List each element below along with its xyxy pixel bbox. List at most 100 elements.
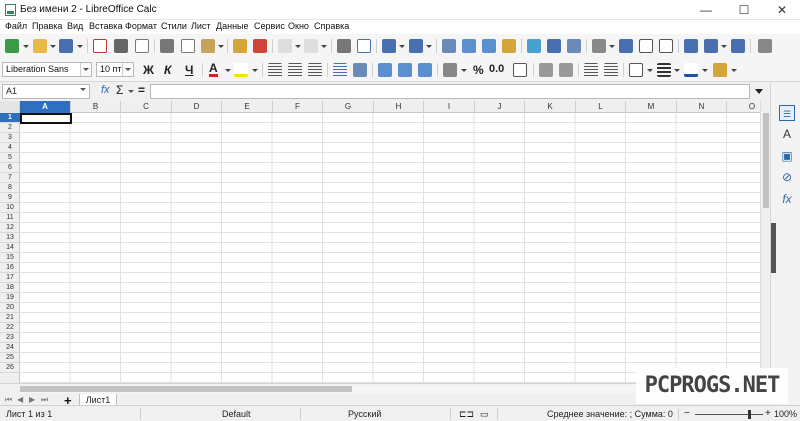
redo-dropdown-icon[interactable]: [321, 45, 327, 48]
name-box[interactable]: A1: [2, 84, 90, 99]
expand-formula-bar-icon[interactable]: [755, 89, 763, 94]
row-header[interactable]: 25: [0, 353, 20, 363]
borders-icon[interactable]: [629, 63, 643, 77]
row-header[interactable]: 8: [0, 183, 20, 193]
spreadsheet-grid[interactable]: A B C D E F G H I J K L M N O 1 2 3 4 5 …: [0, 101, 760, 383]
functions-icon[interactable]: fx: [779, 191, 795, 207]
page-style[interactable]: Default: [222, 409, 251, 419]
menu-tools[interactable]: Сервис: [254, 21, 285, 31]
define-print-area-icon[interactable]: [684, 39, 698, 53]
row-header[interactable]: 16: [0, 263, 20, 273]
border-color-icon[interactable]: [684, 63, 698, 77]
row-header[interactable]: 13: [0, 233, 20, 243]
spelling-icon[interactable]: [357, 39, 371, 53]
last-sheet-icon[interactable]: ⏭: [41, 395, 48, 405]
clone-formatting-icon[interactable]: [233, 39, 247, 53]
sheet-position[interactable]: Лист 1 из 1: [6, 409, 52, 419]
row-header[interactable]: 22: [0, 323, 20, 333]
formula-input[interactable]: [150, 84, 750, 99]
highlight-dropdown-icon[interactable]: [252, 69, 258, 72]
formula-equals-icon[interactable]: =: [138, 83, 145, 97]
row-header[interactable]: 19: [0, 293, 20, 303]
column-header-h[interactable]: H: [374, 101, 424, 113]
column-header-k[interactable]: K: [525, 101, 576, 113]
vertical-scrollbar[interactable]: [760, 101, 770, 383]
currency-dropdown-icon[interactable]: [461, 69, 467, 72]
column-header-j[interactable]: J: [475, 101, 525, 113]
delete-decimal-place-icon[interactable]: [559, 63, 573, 77]
clear-formatting-icon[interactable]: [253, 39, 267, 53]
insert-image-icon[interactable]: [527, 39, 541, 53]
chevron-down-icon[interactable]: [122, 63, 133, 76]
undo-dropdown-icon[interactable]: [295, 45, 301, 48]
font-name-combo[interactable]: Liberation Sans: [2, 62, 92, 77]
column-header-o[interactable]: O: [727, 101, 760, 113]
border-style-dropdown-icon[interactable]: [674, 69, 680, 72]
menu-window[interactable]: Окно: [288, 21, 309, 31]
column-header-e[interactable]: E: [222, 101, 273, 113]
date-format-icon[interactable]: [513, 63, 527, 77]
selection-mode-icon[interactable]: ⊏⊐: [459, 409, 474, 420]
save-icon[interactable]: [59, 39, 73, 53]
select-all-corner[interactable]: [0, 101, 20, 113]
row-header[interactable]: 18: [0, 283, 20, 293]
autofilter-icon[interactable]: [502, 39, 516, 53]
highlight-color-icon[interactable]: [234, 63, 248, 77]
open-dropdown-icon[interactable]: [50, 45, 56, 48]
paste-icon[interactable]: [201, 39, 215, 53]
align-left-icon[interactable]: [268, 63, 282, 77]
row-header[interactable]: 1: [0, 113, 20, 123]
row-header[interactable]: 24: [0, 343, 20, 353]
chevron-down-icon[interactable]: [80, 88, 86, 91]
column-header-b[interactable]: B: [71, 101, 121, 113]
row-header[interactable]: 21: [0, 313, 20, 323]
find-replace-icon[interactable]: [337, 39, 351, 53]
new-dropdown-icon[interactable]: [23, 45, 29, 48]
sort-icon[interactable]: [442, 39, 456, 53]
styles-icon[interactable]: A: [779, 126, 795, 142]
document-modified-icon[interactable]: ▭: [480, 409, 489, 420]
row-header[interactable]: 14: [0, 243, 20, 253]
row-header[interactable]: 3: [0, 133, 20, 143]
decrease-indent-icon[interactable]: [604, 63, 618, 77]
sum-icon[interactable]: Σ: [116, 83, 123, 97]
row-header[interactable]: 7: [0, 173, 20, 183]
column-header-a[interactable]: A: [20, 101, 71, 113]
sort-ascending-icon[interactable]: [462, 39, 476, 53]
border-style-icon[interactable]: [657, 63, 671, 77]
menu-edit[interactable]: Правка: [32, 21, 62, 31]
chevron-down-icon[interactable]: [80, 63, 91, 76]
active-cell-cursor[interactable]: [20, 113, 72, 124]
menu-format[interactable]: Формат: [125, 21, 157, 31]
column-dropdown-icon[interactable]: [426, 45, 432, 48]
minimize-button[interactable]: —: [690, 0, 722, 20]
row-header[interactable]: 5: [0, 153, 20, 163]
row-header[interactable]: 15: [0, 253, 20, 263]
close-button[interactable]: ✕: [766, 0, 798, 20]
menu-data[interactable]: Данные: [216, 21, 249, 31]
export-pdf-icon[interactable]: [93, 39, 107, 53]
menu-insert[interactable]: Вставка: [89, 21, 122, 31]
zoom-level[interactable]: 100%: [774, 409, 797, 419]
center-vertically-icon[interactable]: [398, 63, 412, 77]
row-header[interactable]: 4: [0, 143, 20, 153]
language-indicator[interactable]: Русский: [348, 409, 381, 419]
cell-area[interactable]: [20, 113, 760, 383]
redo-icon[interactable]: [304, 39, 318, 53]
special-character-icon[interactable]: [592, 39, 606, 53]
zoom-slider[interactable]: [695, 414, 763, 415]
selection-summary[interactable]: Среднее значение: ; Сумма: 0: [547, 409, 673, 419]
column-header-d[interactable]: D: [172, 101, 222, 113]
align-center-icon[interactable]: [288, 63, 302, 77]
align-bottom-icon[interactable]: [418, 63, 432, 77]
freeze-rows-columns-icon[interactable]: [704, 39, 718, 53]
first-sheet-icon[interactable]: ⏮: [5, 395, 12, 405]
column-header-l[interactable]: L: [576, 101, 626, 113]
wrap-text-icon[interactable]: [333, 63, 347, 77]
open-folder-icon[interactable]: [33, 39, 47, 53]
menu-help[interactable]: Справка: [314, 21, 349, 31]
row-header[interactable]: 10: [0, 203, 20, 213]
zoom-in-button[interactable]: +: [765, 408, 771, 419]
sidebar-collapse-handle[interactable]: [771, 223, 776, 273]
menu-view[interactable]: Вид: [67, 21, 83, 31]
